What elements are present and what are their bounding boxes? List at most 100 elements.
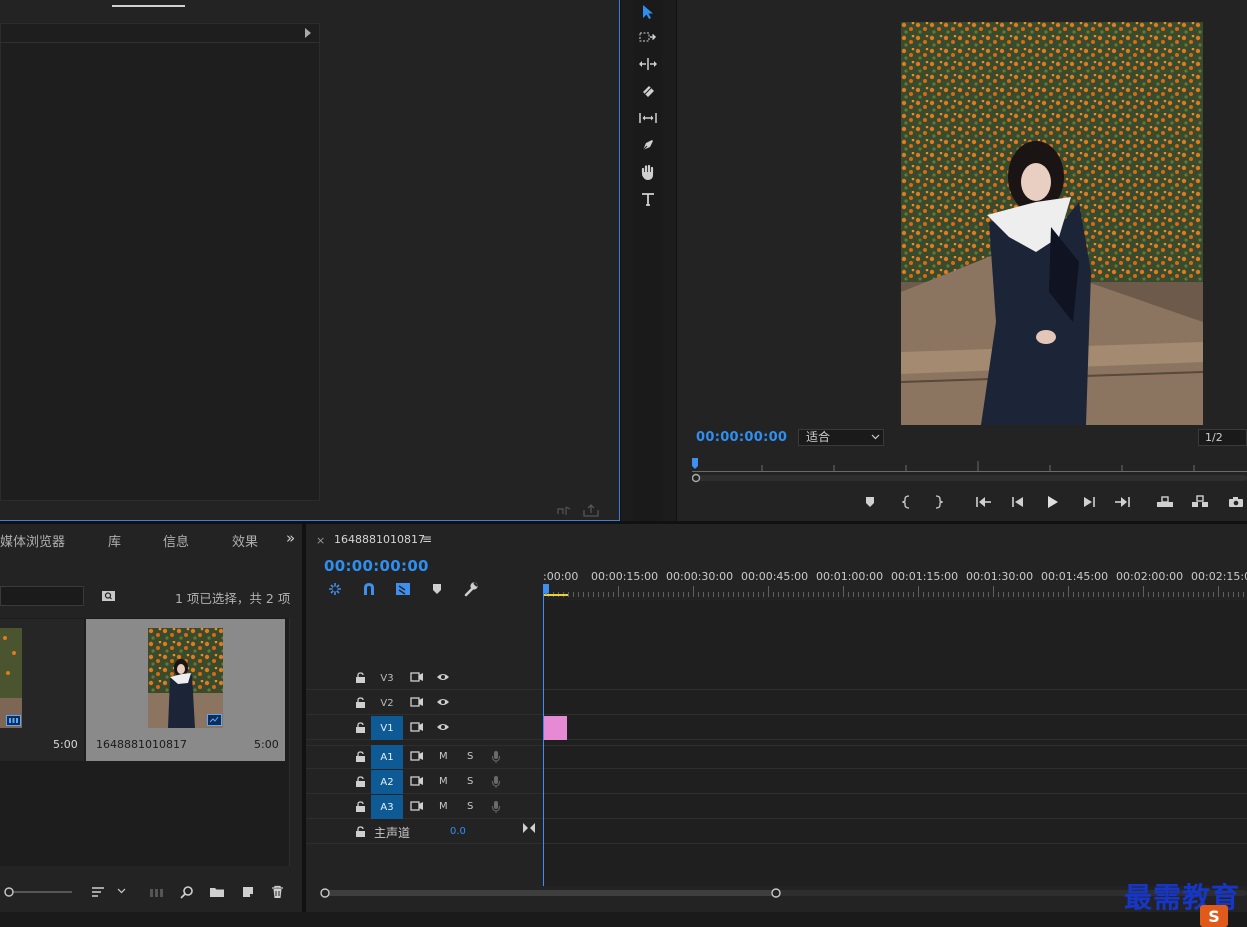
thumbnail-size-slider[interactable]: [2, 886, 74, 898]
close-sequence-tab-button[interactable]: ×: [316, 534, 325, 547]
mute-button[interactable]: M: [439, 751, 448, 762]
timeline-settings-wrench-icon[interactable]: [461, 580, 481, 598]
v1-clip[interactable]: [544, 716, 567, 740]
play-button[interactable]: [1043, 493, 1061, 511]
tab-effects[interactable]: 效果: [232, 531, 258, 550]
lift-button[interactable]: [1156, 493, 1174, 511]
expand-arrow-icon[interactable]: [305, 28, 311, 38]
go-to-next-edit-icon[interactable]: [522, 822, 536, 836]
new-item-icon[interactable]: [241, 885, 255, 899]
lock-icon[interactable]: [355, 697, 367, 709]
extract-button[interactable]: [1191, 493, 1209, 511]
eye-icon[interactable]: [436, 672, 450, 686]
active-tab-indicator: [112, 5, 185, 7]
automate-to-sequence-icon[interactable]: [149, 887, 165, 898]
mute-button[interactable]: M: [439, 801, 448, 812]
master-track-label: 主声道: [374, 826, 411, 840]
program-timecode[interactable]: 00:00:00:00: [696, 430, 787, 445]
timeline-time-ruler[interactable]: [543, 584, 1247, 598]
hand-tool-icon[interactable]: [634, 160, 662, 184]
source-content-header: [0, 23, 320, 43]
pen-tool-icon[interactable]: [634, 133, 662, 157]
master-volume-value[interactable]: 0.0: [450, 826, 466, 837]
image-badge-icon: [6, 715, 21, 726]
microphone-icon[interactable]: [491, 775, 505, 789]
export-frame-camera-icon[interactable]: [1227, 493, 1245, 511]
microphone-icon[interactable]: [491, 750, 505, 764]
solo-button[interactable]: S: [467, 801, 473, 812]
mute-button[interactable]: M: [439, 776, 448, 787]
track-target-a3[interactable]: A3: [371, 795, 403, 819]
timeline-timecode[interactable]: 00:00:00:00: [324, 557, 429, 575]
mark-in-button[interactable]: [898, 493, 916, 511]
panel-menu-icon[interactable]: ≡: [422, 532, 432, 546]
solo-button[interactable]: S: [467, 776, 473, 787]
type-tool-icon[interactable]: [634, 187, 662, 211]
project-clip-item-selected[interactable]: 1648881010817 5:00: [86, 619, 285, 761]
timeline-zoom-scrollbar[interactable]: [318, 887, 1247, 899]
track-target-a1[interactable]: A1: [371, 745, 403, 769]
track-target-v3[interactable]: V3: [371, 666, 403, 690]
linked-selection-icon[interactable]: [393, 580, 413, 598]
track-target-a2[interactable]: A2: [371, 770, 403, 794]
playback-resolution-select[interactable]: 1/2: [1198, 429, 1247, 446]
tab-info[interactable]: 信息: [163, 531, 189, 550]
image-badge-icon: [207, 714, 222, 726]
program-playhead[interactable]: [692, 458, 698, 469]
add-marker-icon[interactable]: [427, 580, 447, 598]
program-zoom-scrollbar[interactable]: [692, 473, 1247, 483]
tab-libraries[interactable]: 库: [108, 531, 121, 550]
mark-out-button[interactable]: [929, 493, 947, 511]
ruler-label: 00:01:45:00: [1041, 570, 1109, 583]
go-to-in-button[interactable]: [975, 493, 993, 511]
step-back-button[interactable]: [1009, 493, 1027, 511]
chevron-down-icon[interactable]: [117, 888, 126, 894]
sync-lock-icon[interactable]: [410, 671, 424, 685]
ripple-edit-tool-icon[interactable]: [634, 52, 662, 76]
snap-magnet-icon[interactable]: [359, 580, 379, 598]
eye-icon[interactable]: [436, 697, 450, 711]
export-frame-icon[interactable]: [583, 504, 599, 517]
track-target-v1[interactable]: V1: [371, 716, 403, 740]
sync-lock-icon[interactable]: [410, 800, 424, 814]
search-bin-icon[interactable]: [101, 590, 116, 602]
project-clip-item[interactable]: 5:00: [0, 619, 84, 761]
sync-lock-icon[interactable]: [410, 696, 424, 710]
lock-icon[interactable]: [355, 776, 367, 788]
lock-icon[interactable]: [355, 801, 367, 813]
panel-overflow-button[interactable]: »: [286, 529, 295, 547]
step-forward-button[interactable]: [1080, 493, 1098, 511]
sequence-tab[interactable]: 1648881010817: [334, 533, 425, 546]
solo-button[interactable]: S: [467, 751, 473, 762]
lock-icon[interactable]: [355, 672, 367, 684]
timeline-playhead-line[interactable]: [543, 584, 544, 886]
lock-icon[interactable]: [355, 826, 367, 838]
fit-zoom-select[interactable]: 适合: [798, 429, 884, 446]
selection-tool-icon[interactable]: [634, 0, 662, 24]
razor-tool-icon[interactable]: [634, 79, 662, 103]
sync-lock-icon[interactable]: [410, 721, 424, 735]
sort-icon[interactable]: [91, 886, 105, 898]
go-to-out-button[interactable]: [1113, 493, 1131, 511]
trash-icon[interactable]: [271, 885, 284, 899]
track-target-v2[interactable]: V2: [371, 691, 403, 715]
track-select-tool-icon[interactable]: [634, 25, 662, 49]
microphone-icon[interactable]: [491, 800, 505, 814]
new-bin-folder-icon[interactable]: [209, 886, 225, 898]
lock-icon[interactable]: [355, 722, 367, 734]
eye-icon[interactable]: [436, 722, 450, 736]
add-marker-button[interactable]: [861, 493, 879, 511]
project-search-input[interactable]: [0, 586, 84, 606]
tab-media-browser[interactable]: 媒体浏览器: [0, 531, 65, 550]
ruler-label: 00:02:00:00: [1116, 570, 1184, 583]
find-icon[interactable]: [180, 885, 194, 899]
work-area-bar[interactable]: [543, 594, 568, 596]
slip-tool-icon[interactable]: [634, 106, 662, 130]
lock-icon[interactable]: [355, 751, 367, 763]
program-time-ruler[interactable]: [692, 458, 1247, 472]
nest-toggle-icon[interactable]: [325, 580, 345, 598]
ruler-label: 00:00:45:00: [741, 570, 809, 583]
export-audio-icon[interactable]: [556, 505, 572, 517]
sync-lock-icon[interactable]: [410, 775, 424, 789]
sync-lock-icon[interactable]: [410, 750, 424, 764]
